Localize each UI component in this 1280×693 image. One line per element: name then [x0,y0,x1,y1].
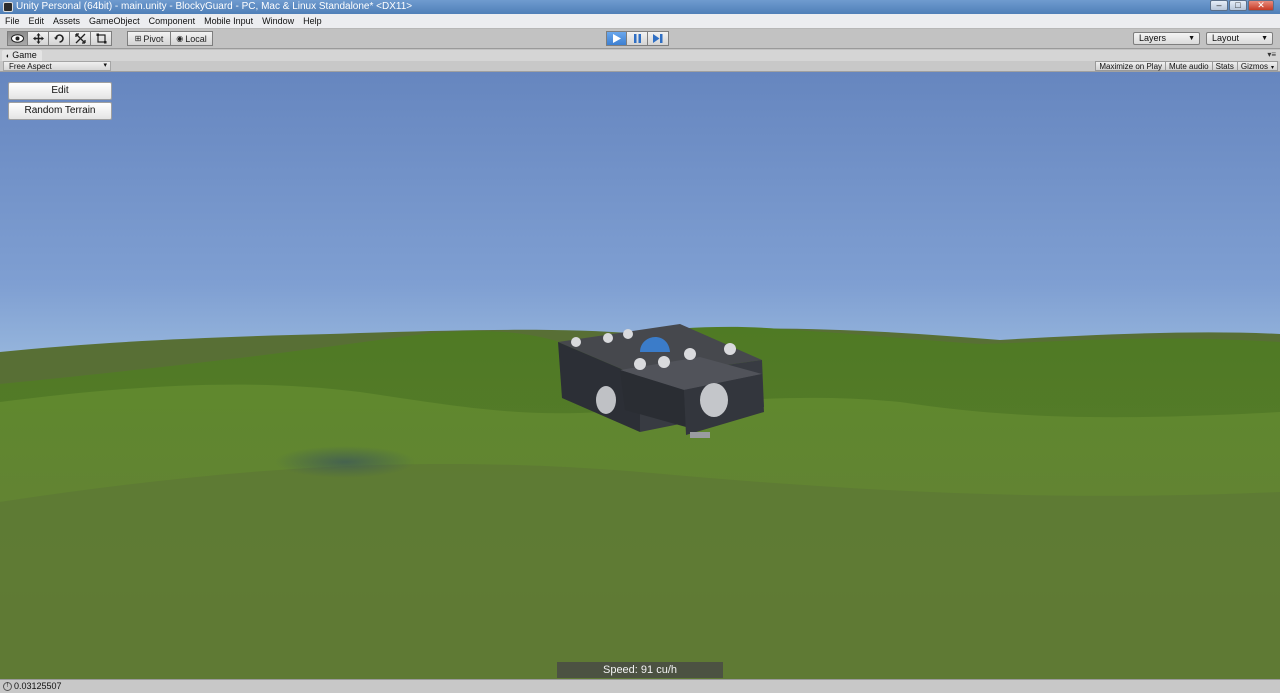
menu-help[interactable]: Help [302,16,327,26]
rect-tool-button[interactable] [91,31,112,46]
menu-component[interactable]: Component [148,16,201,26]
menu-gameobject[interactable]: GameObject [88,16,145,26]
scale-tool-button[interactable] [70,31,91,46]
pause-button[interactable] [627,31,648,46]
play-controls [606,31,669,46]
aspect-label: Free Aspect [9,62,52,71]
aspect-dropdown[interactable]: Free Aspect ▾ [3,61,111,71]
chevron-down-icon: ▾ [103,62,107,69]
close-icon[interactable]: ✕ [1248,0,1274,11]
step-icon [653,34,663,43]
transform-tools [7,31,112,46]
move-tool-button[interactable] [28,31,49,46]
gizmos-label: Gizmos [1240,62,1268,71]
play-icon [613,34,621,43]
tab-game[interactable]: ◐ Game [2,50,42,61]
pivot-icon: ⊞ [134,34,142,43]
chevron-down-icon: ▼ [1261,35,1268,42]
chevron-down-icon: ▾ [1270,65,1274,71]
rotate-tool-button[interactable] [49,31,70,46]
window-title-bar: Unity Personal (64bit) - main.unity - Bl… [0,0,1280,14]
maximize-icon[interactable]: □ [1229,0,1247,11]
local-toggle[interactable]: ◉ Local [171,31,213,46]
rotate-icon [53,34,64,43]
tab-menu-icon[interactable]: ▾≡ [1267,50,1276,59]
terrain-shadow [275,446,415,478]
info-icon: ! [3,682,12,691]
edit-button[interactable]: Edit [8,82,112,100]
menu-window[interactable]: Window [261,16,299,26]
move-icon [32,33,44,44]
rect-icon [96,33,106,44]
tab-game-label: Game [12,50,37,60]
mute-audio-toggle[interactable]: Mute audio [1166,61,1213,71]
status-bar: ! 0.03125507 [0,679,1280,693]
status-message[interactable]: 0.03125507 [14,681,62,691]
layers-dropdown[interactable]: Layers ▼ [1133,32,1200,45]
unity-logo-icon [3,2,13,12]
gizmos-dropdown[interactable]: Gizmos ▾ [1237,61,1278,71]
main-toolbar: ⊞ Pivot ◉ Local Layers ▼ Layout ▼ [0,29,1280,49]
hand-tool-button[interactable] [7,31,28,46]
layout-dropdown[interactable]: Layout ▼ [1206,32,1273,45]
game-view-toolbar: Free Aspect ▾ Maximize on Play Mute audi… [0,61,1280,72]
stats-toggle[interactable]: Stats [1212,61,1238,71]
local-label: Local [185,33,207,44]
window-title: Unity Personal (64bit) - main.unity - Bl… [16,1,413,12]
layout-label: Layout [1212,33,1240,43]
maximize-on-play-toggle[interactable]: Maximize on Play [1095,61,1167,71]
speed-readout: Speed: 91 cu/h [557,662,723,678]
foreground-slope [0,463,1280,679]
pause-icon [633,34,641,43]
scale-icon [74,33,86,44]
game-view-icon: ◐ [6,53,11,60]
step-button[interactable] [648,31,669,46]
minimize-icon[interactable]: – [1210,0,1228,11]
pivot-local-toggles: ⊞ Pivot ◉ Local [127,31,213,46]
menu-edit[interactable]: Edit [28,16,50,26]
eye-icon [11,34,24,43]
terrain-scene [0,324,1280,679]
menu-bar: File Edit Assets GameObject Component Mo… [0,14,1280,29]
menu-mobile-input[interactable]: Mobile Input [203,16,258,26]
chevron-down-icon: ▼ [1188,35,1195,42]
globe-icon: ◉ [176,34,184,43]
random-terrain-button[interactable]: Random Terrain [8,102,112,120]
game-view-options: Maximize on Play Mute audio Stats Gizmos… [1095,61,1278,71]
pivot-toggle[interactable]: ⊞ Pivot [127,31,171,46]
layers-label: Layers [1139,33,1167,43]
window-controls: – □ ✕ [1209,0,1274,13]
menu-assets[interactable]: Assets [52,16,85,26]
menu-file[interactable]: File [4,16,25,26]
pivot-label: Pivot [143,33,164,44]
game-viewport[interactable]: Edit Random Terrain Speed: 91 cu/h [0,72,1280,679]
game-tab-bar: ◐ Game ▾≡ [0,50,1280,61]
play-button[interactable] [606,31,627,46]
